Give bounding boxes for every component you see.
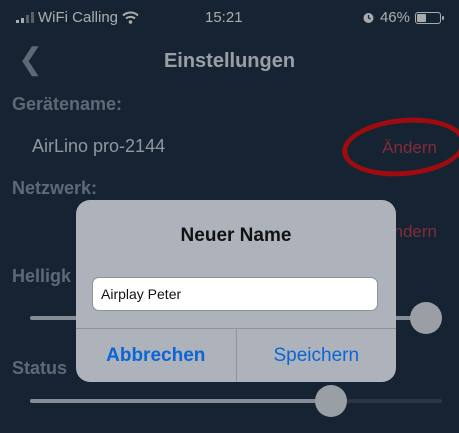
dialog-title: Neuer Name bbox=[180, 225, 292, 246]
new-name-input[interactable] bbox=[92, 277, 378, 311]
cancel-button[interactable]: Abbrechen bbox=[76, 329, 237, 382]
dialog-button-row: Abbrechen Speichern bbox=[76, 328, 396, 382]
save-button[interactable]: Speichern bbox=[237, 329, 397, 382]
rename-dialog: Neuer Name Abbrechen Speichern bbox=[76, 200, 396, 382]
